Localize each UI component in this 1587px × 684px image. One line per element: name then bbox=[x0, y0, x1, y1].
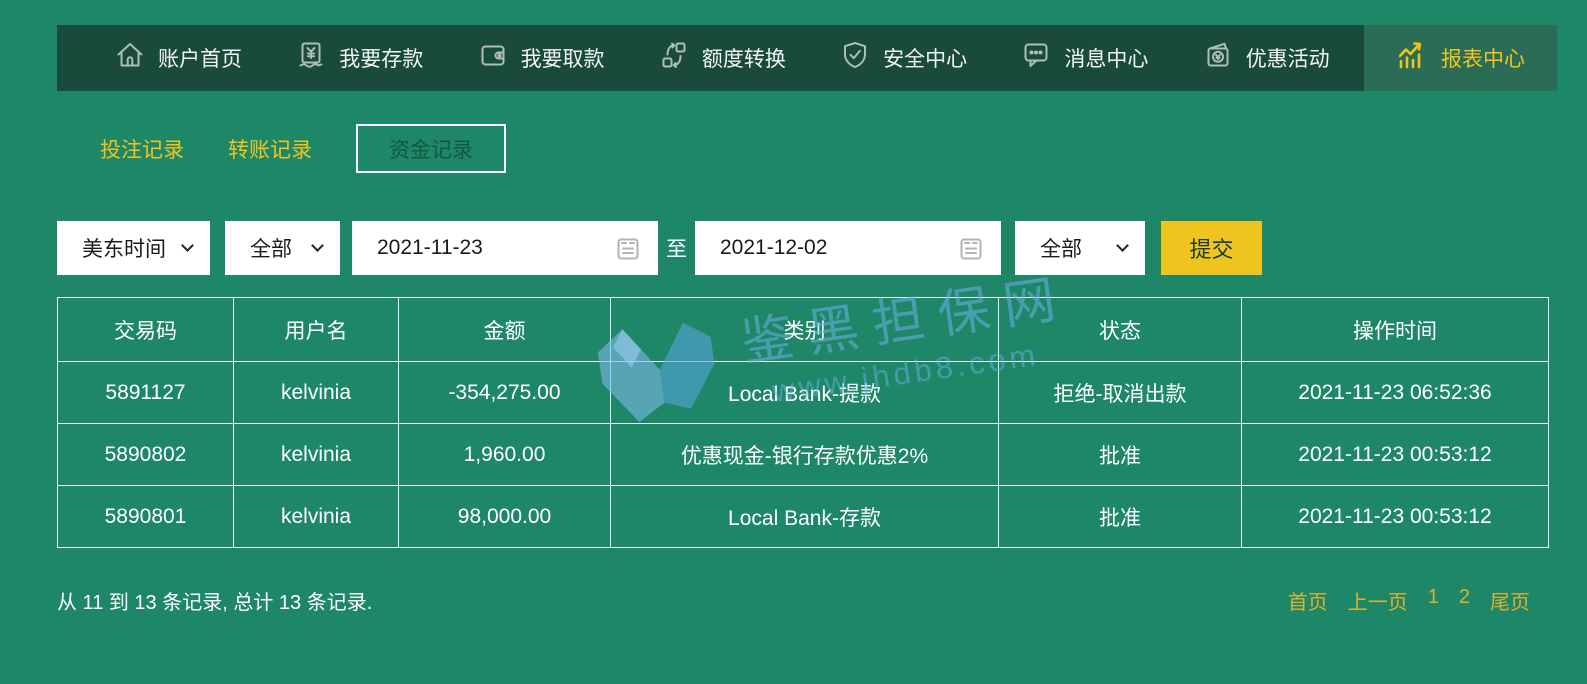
table-row: 5891127 kelvinia -354,275.00 Local Bank-… bbox=[58, 362, 1549, 424]
nav-item-message-center[interactable]: 消息中心 bbox=[1001, 25, 1168, 91]
cell-transaction-code: 5891127 bbox=[58, 362, 234, 424]
chevron-down-icon bbox=[181, 239, 194, 252]
date-range-separator: 至 bbox=[666, 233, 687, 263]
cell-username: kelvinia bbox=[234, 424, 399, 486]
pagination-last[interactable]: 尾页 bbox=[1490, 586, 1530, 615]
table-header-row: 交易码 用户名 金额 类别 状态 操作时间 bbox=[58, 298, 1549, 362]
header-category: 类别 bbox=[611, 298, 999, 362]
cell-status: 批准 bbox=[999, 486, 1242, 548]
record-tabs: 投注记录 转账记录 资金记录 bbox=[100, 124, 506, 173]
promo-icon bbox=[1203, 40, 1233, 76]
date-from-input[interactable] bbox=[352, 236, 614, 260]
calendar-icon[interactable] bbox=[614, 234, 642, 262]
nav-item-label: 消息中心 bbox=[1064, 43, 1148, 73]
transfer-icon bbox=[659, 40, 689, 76]
pagination-first[interactable]: 首页 bbox=[1288, 586, 1328, 615]
cell-category: Local Bank-存款 bbox=[611, 486, 999, 548]
nav-item-label: 优惠活动 bbox=[1246, 43, 1330, 73]
cell-operation-time: 2021-11-23 00:53:12 bbox=[1242, 486, 1549, 548]
nav-item-label: 安全中心 bbox=[883, 43, 967, 73]
header-username: 用户名 bbox=[234, 298, 399, 362]
nav-item-promotions[interactable]: 优惠活动 bbox=[1183, 25, 1350, 91]
cell-username: kelvinia bbox=[234, 486, 399, 548]
status-select[interactable]: 全部 bbox=[1015, 221, 1145, 275]
home-icon bbox=[115, 40, 145, 76]
nav-item-deposit[interactable]: 我要存款 bbox=[276, 25, 443, 91]
nav-item-account-home[interactable]: 账户首页 bbox=[95, 25, 262, 91]
top-navbar: 账户首页 我要存款 我要取款 bbox=[57, 25, 1557, 91]
records-table: 交易码 用户名 金额 类别 状态 操作时间 5891127 kelvinia -… bbox=[57, 297, 1549, 548]
nav-item-report-center[interactable]: 报表中心 bbox=[1364, 25, 1557, 91]
header-transaction-code: 交易码 bbox=[58, 298, 234, 362]
category-select-value: 全部 bbox=[250, 233, 292, 263]
cell-amount: -354,275.00 bbox=[399, 362, 611, 424]
table-row: 5890801 kelvinia 98,000.00 Local Bank-存款… bbox=[58, 486, 1549, 548]
cell-operation-time: 2021-11-23 06:52:36 bbox=[1242, 362, 1549, 424]
nav-item-label: 我要取款 bbox=[521, 43, 605, 73]
status-select-value: 全部 bbox=[1040, 233, 1082, 263]
pagination-page-1[interactable]: 1 bbox=[1428, 586, 1439, 615]
header-operation-time: 操作时间 bbox=[1242, 298, 1549, 362]
cell-transaction-code: 5890801 bbox=[58, 486, 234, 548]
date-from-field bbox=[352, 221, 658, 275]
cell-status: 批准 bbox=[999, 424, 1242, 486]
nav-item-label: 额度转换 bbox=[702, 43, 786, 73]
nav-item-label: 我要存款 bbox=[339, 43, 423, 73]
submit-button[interactable]: 提交 bbox=[1161, 221, 1262, 275]
nav-item-withdraw[interactable]: 我要取款 bbox=[458, 25, 625, 91]
table-row: 5890802 kelvinia 1,960.00 优惠现金-银行存款优惠2% … bbox=[58, 424, 1549, 486]
cell-transaction-code: 5890802 bbox=[58, 424, 234, 486]
tab-transfer-records[interactable]: 转账记录 bbox=[228, 134, 312, 164]
cell-category: 优惠现金-银行存款优惠2% bbox=[611, 424, 999, 486]
date-to-input[interactable] bbox=[695, 236, 957, 260]
timezone-select-value: 美东时间 bbox=[82, 233, 166, 263]
tab-fund-records[interactable]: 资金记录 bbox=[356, 124, 506, 173]
shield-check-icon bbox=[840, 40, 870, 76]
deposit-icon bbox=[296, 40, 326, 76]
nav-item-security-center[interactable]: 安全中心 bbox=[820, 25, 987, 91]
header-status: 状态 bbox=[999, 298, 1242, 362]
chevron-down-icon bbox=[1116, 239, 1129, 252]
category-select[interactable]: 全部 bbox=[225, 221, 340, 275]
cell-amount: 1,960.00 bbox=[399, 424, 611, 486]
records-summary: 从 11 到 13 条记录, 总计 13 条记录. bbox=[57, 586, 372, 615]
cell-status: 拒绝-取消出款 bbox=[999, 362, 1242, 424]
cell-category: Local Bank-提款 bbox=[611, 362, 999, 424]
calendar-icon[interactable] bbox=[957, 234, 985, 262]
chevron-down-icon bbox=[311, 239, 324, 252]
pagination: 首页 上一页 1 2 尾页 bbox=[1288, 586, 1530, 615]
chart-icon bbox=[1396, 39, 1428, 77]
wallet-icon bbox=[478, 40, 508, 76]
cell-operation-time: 2021-11-23 00:53:12 bbox=[1242, 424, 1549, 486]
pagination-prev[interactable]: 上一页 bbox=[1348, 586, 1408, 615]
pagination-page-2[interactable]: 2 bbox=[1459, 586, 1470, 615]
date-to-field bbox=[695, 221, 1001, 275]
nav-item-label: 报表中心 bbox=[1441, 43, 1525, 73]
filter-bar: 美东时间 全部 至 全部 bbox=[57, 221, 1262, 275]
cell-amount: 98,000.00 bbox=[399, 486, 611, 548]
nav-item-quota-transfer[interactable]: 额度转换 bbox=[639, 25, 806, 91]
header-amount: 金额 bbox=[399, 298, 611, 362]
timezone-select[interactable]: 美东时间 bbox=[57, 221, 210, 275]
nav-item-label: 账户首页 bbox=[158, 43, 242, 73]
cell-username: kelvinia bbox=[234, 362, 399, 424]
message-icon bbox=[1021, 40, 1051, 76]
tab-bet-records[interactable]: 投注记录 bbox=[100, 134, 184, 164]
